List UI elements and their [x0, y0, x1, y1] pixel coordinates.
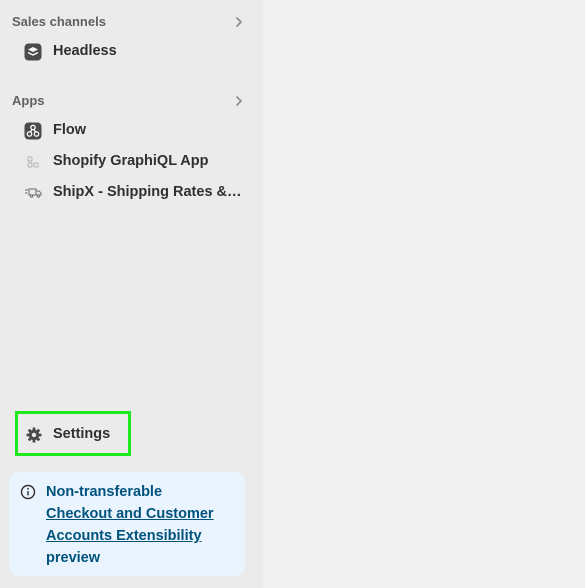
chevron-right-icon[interactable] [232, 15, 246, 29]
sales-channels-title: Sales channels [12, 14, 106, 29]
sales-channels-header[interactable]: Sales channels [0, 11, 263, 33]
sidebar-item-label: Flow [53, 122, 87, 138]
settings-button[interactable]: Settings [15, 411, 131, 456]
banner-suffix: preview [46, 550, 100, 566]
apps-title: Apps [12, 93, 45, 108]
info-icon [20, 484, 36, 500]
sidebar-item-headless[interactable]: Headless [16, 38, 248, 66]
headless-icon [24, 43, 42, 61]
extensibility-preview-banner: Non-transferable Checkout and Customer A… [9, 472, 245, 576]
sidebar-item-graphiql-app[interactable]: Shopify GraphiQL App [16, 148, 248, 176]
banner-title: Non-transferable [46, 484, 163, 500]
sidebar-item-flow[interactable]: Flow [16, 117, 248, 145]
main-content [263, 0, 585, 588]
sidebar-item-label: ShipX - Shipping Rates & Delivery [53, 184, 245, 200]
sidebar-item-label: Headless [53, 43, 117, 59]
truck-icon [25, 188, 42, 198]
apps-header[interactable]: Apps [0, 90, 263, 112]
extensibility-link[interactable]: Checkout and Customer Accounts Extensibi… [46, 506, 214, 544]
sidebar-item-label: Shopify GraphiQL App [53, 153, 209, 169]
graphiql-app-icon [27, 156, 39, 168]
gear-icon [26, 427, 42, 443]
chevron-right-icon[interactable] [232, 94, 246, 108]
sidebar: Sales channels Headless Apps Flow Shopif… [0, 0, 263, 588]
sidebar-item-shipx[interactable]: ShipX - Shipping Rates & Delivery [16, 179, 248, 207]
settings-label: Settings [53, 426, 111, 442]
flow-icon [24, 122, 42, 140]
banner-text: Non-transferable Checkout and Customer A… [46, 481, 241, 569]
